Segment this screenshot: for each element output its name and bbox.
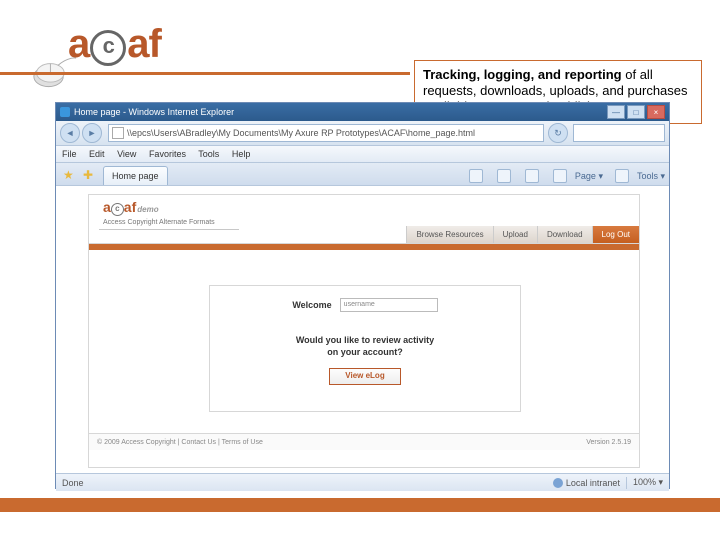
favorites-icon[interactable]: ★ xyxy=(63,168,77,182)
browser-window: Home page - Windows Internet Explorer — … xyxy=(55,102,670,489)
back-button[interactable]: ◄ xyxy=(60,123,80,143)
divider-line xyxy=(0,72,410,75)
copyright-icon: c xyxy=(111,203,124,216)
ie-icon xyxy=(60,107,70,117)
page-nav: Browse Resources Upload Download Log Out xyxy=(406,226,639,243)
status-left: Done xyxy=(62,478,84,488)
page-icon xyxy=(112,127,124,139)
command-bar: Page ▾ Tools ▾ xyxy=(457,169,665,183)
menu-file[interactable]: File xyxy=(62,149,77,159)
question-text: Would you like to review activity on you… xyxy=(210,334,520,358)
slide-logo: acaf xyxy=(68,22,161,67)
add-favorite-icon[interactable]: ✚ xyxy=(83,168,97,182)
close-button[interactable]: × xyxy=(647,105,665,119)
print-icon[interactable] xyxy=(519,169,541,183)
refresh-button[interactable]: ↻ xyxy=(548,123,568,143)
window-buttons: — □ × xyxy=(605,105,665,119)
footer-links[interactable]: © 2009 Access Copyright | Contact Us | T… xyxy=(97,439,263,446)
search-box[interactable] xyxy=(573,124,665,142)
page-logo: acafdemo xyxy=(103,199,159,216)
window-title: Home page - Windows Internet Explorer xyxy=(74,107,234,117)
header-rule xyxy=(99,229,239,230)
tab-home[interactable]: Home page xyxy=(103,166,168,185)
footer-version: Version 2.5.19 xyxy=(586,439,631,446)
zone-icon xyxy=(553,478,563,488)
menu-favorites[interactable]: Favorites xyxy=(149,149,186,159)
slide: acaf Tracking, logging, and reporting of… xyxy=(0,0,720,540)
slide-footer-bar xyxy=(0,498,720,512)
annotation-title: Tracking, logging, and reporting xyxy=(423,67,622,82)
menu-bar: File Edit View Favorites Tools Help xyxy=(56,146,669,163)
page-subtitle: Access Copyright Alternate Formats xyxy=(103,219,215,226)
nav-logout[interactable]: Log Out xyxy=(592,226,639,243)
home-icon[interactable] xyxy=(463,169,485,183)
acaf-page: acafdemo Access Copyright Alternate Form… xyxy=(88,194,640,468)
titlebar[interactable]: Home page - Windows Internet Explorer — … xyxy=(56,103,669,121)
address-text: \\epcs\Users\ABradley\My Documents\My Ax… xyxy=(127,128,475,138)
page-footer: © 2009 Access Copyright | Contact Us | T… xyxy=(89,433,639,450)
nav-bar: ◄ ► \\epcs\Users\ABradley\My Documents\M… xyxy=(56,121,669,146)
menu-view[interactable]: View xyxy=(117,149,136,159)
maximize-button[interactable]: □ xyxy=(627,105,645,119)
username-field[interactable]: username xyxy=(340,298,438,312)
address-bar[interactable]: \\epcs\Users\ABradley\My Documents\My Ax… xyxy=(108,124,544,142)
copyright-icon: c xyxy=(90,30,126,66)
welcome-label: Welcome xyxy=(292,300,331,310)
menu-tools[interactable]: Tools xyxy=(198,149,219,159)
forward-button[interactable]: ► xyxy=(82,123,102,143)
page-body: Welcome username Would you like to revie… xyxy=(89,250,639,450)
nav-download[interactable]: Download xyxy=(537,226,592,243)
nav-upload[interactable]: Upload xyxy=(493,226,537,243)
status-zoom[interactable]: 100% ▾ xyxy=(633,477,663,488)
viewport: acafdemo Access Copyright Alternate Form… xyxy=(56,186,669,473)
logo-af: af xyxy=(127,22,161,66)
welcome-form: Welcome username Would you like to revie… xyxy=(209,285,521,412)
status-zone: Local intranet xyxy=(566,478,620,488)
mouse-icon xyxy=(32,52,78,90)
tools-menu[interactable]: Tools ▾ xyxy=(609,169,665,183)
view-elog-button[interactable]: View eLog xyxy=(329,368,401,385)
page-header: acafdemo Access Copyright Alternate Form… xyxy=(89,195,639,244)
menu-help[interactable]: Help xyxy=(232,149,251,159)
status-bar: Done Local intranet 100% ▾ xyxy=(56,473,669,491)
feeds-icon[interactable] xyxy=(491,169,513,183)
page-menu[interactable]: Page ▾ xyxy=(547,169,603,183)
nav-browse[interactable]: Browse Resources xyxy=(406,226,492,243)
welcome-row: Welcome username xyxy=(210,298,520,312)
minimize-button[interactable]: — xyxy=(607,105,625,119)
tab-bar: ★ ✚ Home page Page ▾ Tools ▾ xyxy=(56,163,669,186)
menu-edit[interactable]: Edit xyxy=(89,149,105,159)
